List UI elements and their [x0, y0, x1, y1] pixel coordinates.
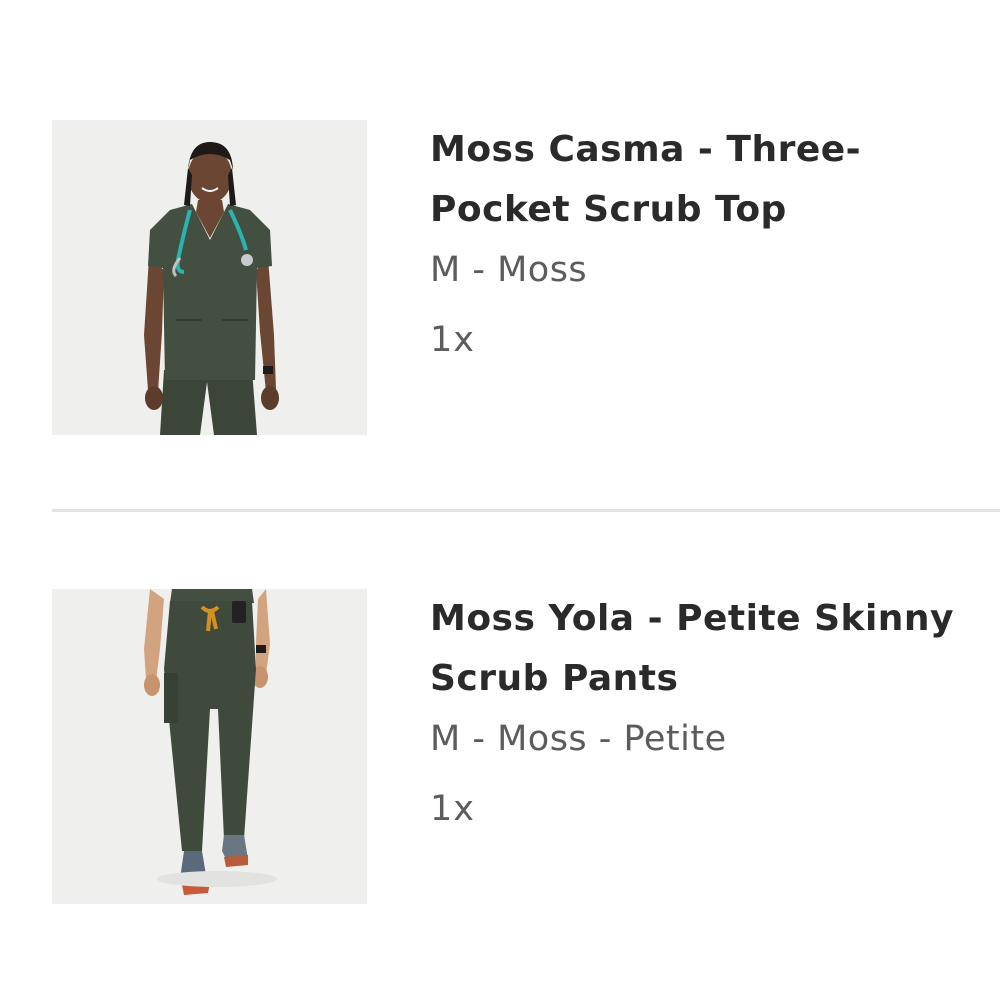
- item-info: Moss Casma - Three-Pocket Scrub Top M - …: [430, 120, 990, 370]
- scrub-top-photo-icon: [52, 120, 367, 435]
- scrub-pants-photo-icon: [52, 589, 367, 904]
- divider: [52, 509, 1000, 512]
- product-image-scrub-top[interactable]: [52, 120, 367, 435]
- product-variant: M - Moss - Petite: [430, 719, 727, 759]
- product-title[interactable]: Moss Casma - Three-Pocket Scrub Top: [430, 120, 990, 240]
- product-quantity: 1x: [430, 320, 475, 360]
- product-variant: M - Moss: [430, 250, 588, 290]
- item-info: Moss Yola - Petite Skinny Scrub Pants M …: [430, 589, 990, 839]
- product-title[interactable]: Moss Yola - Petite Skinny Scrub Pants: [430, 589, 990, 709]
- order-items-list: Moss Casma - Three-Pocket Scrub Top M - …: [0, 0, 1000, 1000]
- product-quantity: 1x: [430, 789, 475, 829]
- product-image-scrub-pants[interactable]: [52, 589, 367, 904]
